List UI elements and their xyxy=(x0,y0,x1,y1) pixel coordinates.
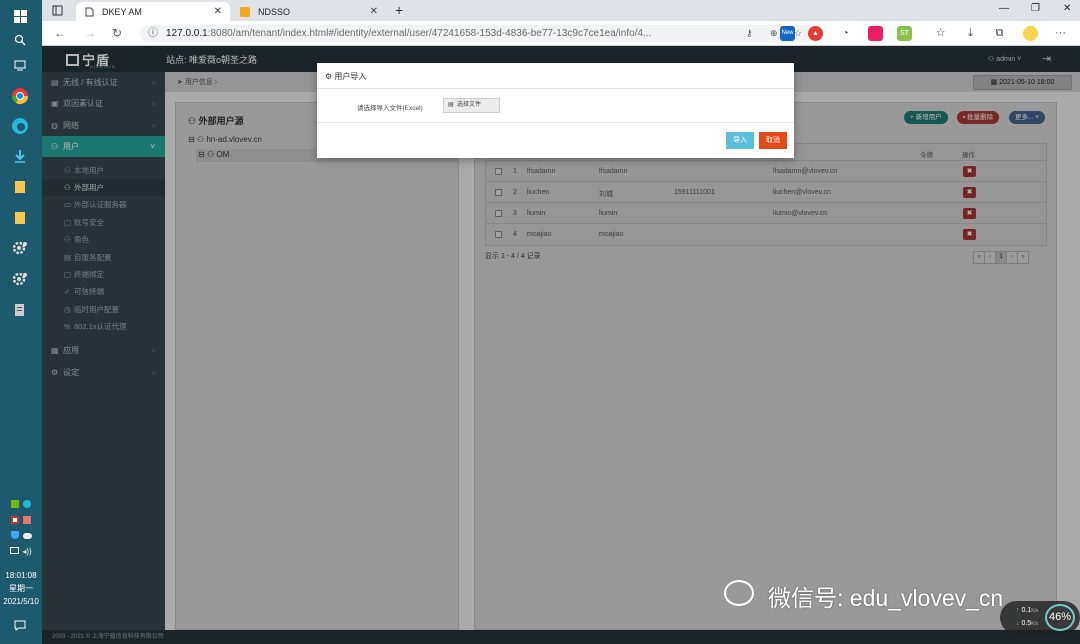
wechat-logo-icon xyxy=(724,580,754,606)
gears-icon: ⚙ xyxy=(325,72,335,81)
shield-icon[interactable] xyxy=(10,531,19,539)
key-icon[interactable]: ⚷ xyxy=(746,25,753,42)
close-icon[interactable]: ✕ xyxy=(214,6,222,17)
edge-icon[interactable] xyxy=(10,116,30,136)
download-icon[interactable]: ⤓ xyxy=(963,26,978,41)
upload-speed: ↑ 0.1K/s xyxy=(1016,607,1038,614)
import-users-modal: ⚙ 用户导入 请选择导入文件(Excel) ▤ 选择文件 导入 取消 xyxy=(317,63,794,158)
download-unit: K/s xyxy=(1031,621,1039,627)
zoom-icon[interactable]: ⊕ xyxy=(770,25,778,42)
modal-header: ⚙ 用户导入 xyxy=(317,63,794,89)
file-icon: ▤ xyxy=(448,102,454,108)
extension-new-icon[interactable]: New xyxy=(780,26,795,41)
task-view-icon[interactable] xyxy=(10,55,30,75)
notification-icon[interactable] xyxy=(10,615,30,635)
document-icon[interactable] xyxy=(10,300,30,320)
clock-weekday[interactable]: 星期一 xyxy=(0,583,42,594)
download-value: 0.5 xyxy=(1021,620,1032,627)
close-icon[interactable]: ✕ xyxy=(370,6,378,17)
speed-icon[interactable]: ◔ xyxy=(838,26,853,41)
tab-label: DKEY AM xyxy=(102,6,142,17)
favorites-icon[interactable]: ☆ xyxy=(933,26,948,41)
clock-date[interactable]: 2021/5/10 xyxy=(0,596,42,607)
ext-new-label: New xyxy=(781,30,794,36)
collections-icon[interactable]: ⧉ xyxy=(992,26,1007,41)
watermark: 微信号: edu_vlovev_cn xyxy=(768,585,1004,611)
address-bar: ← → ↻ ⓘ 127.0.0.1:8080/am/tenant/index.h… xyxy=(42,21,1080,46)
system-tray xyxy=(0,500,42,511)
cloud-upload-icon[interactable]: ▲ xyxy=(808,26,823,41)
url-host: 127.0.0.1 xyxy=(166,28,208,39)
network-icon[interactable] xyxy=(10,547,20,554)
app: 宁盾 NINGDUN 站点: 唯爱薇o朝圣之路 ⚇ admin ˅ ⇥ ▤ 无线 … xyxy=(42,46,1080,644)
folder-icon[interactable] xyxy=(10,177,30,197)
info-icon[interactable]: ⓘ xyxy=(148,25,158,42)
gear-icon[interactable] xyxy=(10,269,30,289)
extension-icon[interactable] xyxy=(868,26,883,41)
minimize-button[interactable]: — xyxy=(999,3,1009,14)
windows-start-icon[interactable] xyxy=(10,6,30,26)
file-label: 请选择导入文件(Excel) xyxy=(357,105,423,112)
modal-title: ⚙ 用户导入 xyxy=(325,71,366,82)
avatar[interactable] xyxy=(1023,26,1038,41)
ext-st-label: ST xyxy=(900,30,909,37)
clock-time[interactable]: 18:01:08 xyxy=(0,570,42,581)
extension-st-icon[interactable]: ST xyxy=(897,26,912,41)
cancel-button[interactable]: 取消 xyxy=(759,132,787,149)
back-button[interactable]: ← xyxy=(54,26,66,40)
ndsso-logo-icon xyxy=(240,6,250,17)
choose-file-button[interactable]: ▤ 选择文件 xyxy=(443,98,500,113)
windows-taskbar: ◂)) 18:01:08 星期一 2021/5/10 xyxy=(0,0,42,644)
cloud-icon[interactable] xyxy=(22,533,32,539)
modal-body: 请选择导入文件(Excel) ▤ 选择文件 xyxy=(317,90,794,123)
up-arrow-icon: ↑ xyxy=(1016,607,1020,614)
choose-file-label: 选择文件 xyxy=(457,102,482,108)
url-path: :8080/am/tenant/index.html#/identity/ext… xyxy=(207,28,652,39)
url-field[interactable]: ⓘ 127.0.0.1:8080/am/tenant/index.html#/i… xyxy=(140,25,816,42)
nvidia-icon[interactable] xyxy=(11,500,19,508)
reload-button[interactable]: ↻ xyxy=(112,26,122,40)
modal-title-text: 用户导入 xyxy=(334,72,367,81)
more-menu-icon[interactable]: ··· xyxy=(1053,26,1068,41)
close-window-button[interactable]: ✕ xyxy=(1063,3,1071,14)
network-monitor[interactable]: ↑ 0.1K/s ↓ 0.5K/s 46% xyxy=(1000,601,1080,634)
app-icon[interactable] xyxy=(11,516,19,524)
tab-actions-icon[interactable] xyxy=(52,5,63,18)
down-arrow-icon: ↓ xyxy=(1016,620,1020,627)
chrome-icon[interactable] xyxy=(10,86,30,106)
folder-icon[interactable] xyxy=(10,208,30,228)
upload-unit: K/s xyxy=(1031,608,1039,614)
maximize-button[interactable]: ❐ xyxy=(1031,3,1040,14)
upload-value: 0.1 xyxy=(1021,607,1032,614)
cpu-percent: 46% xyxy=(1045,604,1075,631)
new-tab-button[interactable]: + xyxy=(395,2,403,18)
import-button[interactable]: 导入 xyxy=(726,132,754,149)
tab-label: NDSSO xyxy=(258,6,291,17)
volume-icon[interactable]: ◂)) xyxy=(22,547,31,556)
download-speed: ↓ 0.5K/s xyxy=(1016,620,1038,627)
gear-icon[interactable] xyxy=(10,238,30,258)
tab-ndsso[interactable]: NDSSO ✕ xyxy=(232,2,386,21)
flag-icon[interactable] xyxy=(23,516,31,524)
document-icon xyxy=(84,7,94,17)
forward-button[interactable]: → xyxy=(84,26,96,40)
edge-icon[interactable] xyxy=(23,500,31,508)
download-icon[interactable] xyxy=(10,146,30,166)
tab-dkey-am[interactable]: DKEY AM ✕ xyxy=(76,2,230,21)
favorite-icon[interactable]: ☆ xyxy=(794,25,802,42)
browser-tab-bar: DKEY AM ✕ NDSSO ✕ + — ❐ ✕ xyxy=(42,0,1080,21)
search-icon[interactable] xyxy=(10,30,30,50)
